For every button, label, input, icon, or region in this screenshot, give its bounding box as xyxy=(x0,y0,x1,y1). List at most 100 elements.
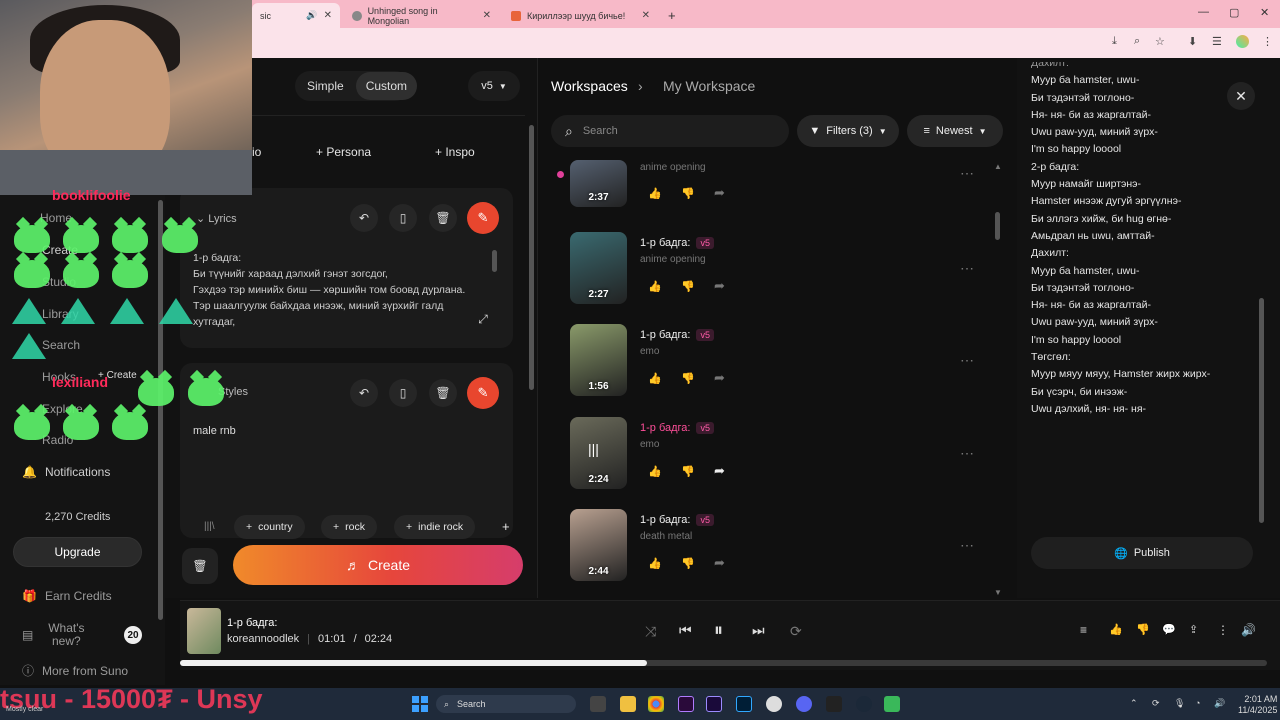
search-field[interactable]: ⌕ Search xyxy=(551,115,789,147)
now-playing-thumbnail[interactable] xyxy=(187,608,221,654)
sidebar-scrollbar[interactable] xyxy=(158,200,163,620)
shuffle-icon[interactable]: ⤨ xyxy=(645,623,656,640)
chrome-icon[interactable] xyxy=(648,696,664,712)
mode-custom[interactable]: Custom xyxy=(355,72,418,100)
song-row[interactable]: 2:27 1-р бадга: v5 anime opening 👍 👎 ➦ ⋯ xyxy=(570,232,990,307)
song-thumbnail[interactable]: 2:27 xyxy=(570,232,627,304)
photoshop-icon[interactable] xyxy=(736,696,752,712)
sort-button[interactable]: ≡ Newest ▼ xyxy=(907,115,1003,147)
dislike-icon[interactable]: 👎 xyxy=(681,372,695,385)
create-scrollbar[interactable] xyxy=(529,125,534,390)
plus-icon[interactable]: + xyxy=(502,519,510,534)
workspace-scrollbar[interactable] xyxy=(995,212,1000,240)
tray-sync-icon[interactable]: ⟳ xyxy=(1152,698,1160,709)
breadcrumb-current[interactable]: My Workspace xyxy=(663,78,755,94)
dislike-icon[interactable]: 👎 xyxy=(681,465,695,478)
windows-start-icon[interactable] xyxy=(412,696,428,712)
song-style-tag[interactable]: anime opening xyxy=(640,162,706,173)
save-button[interactable]: ▯ xyxy=(389,204,417,232)
maximize-button[interactable]: ▢ xyxy=(1229,6,1239,19)
profile-avatar[interactable] xyxy=(1236,35,1249,48)
song-row[interactable]: 1:56 1-р бадга: v5 emo 👍 👎 ➦ ⋯ xyxy=(570,324,990,399)
create-button[interactable]: ♬ Create xyxy=(233,545,523,585)
song-thumbnail[interactable]: 1:56 xyxy=(570,324,627,396)
expand-button[interactable]: ⤢ xyxy=(469,305,497,333)
more-options-icon[interactable]: ⋯ xyxy=(960,352,974,369)
filters-button[interactable]: ▼ Filters (3) ▼ xyxy=(797,115,899,147)
now-playing-title[interactable]: 1-р бадга: xyxy=(227,617,277,629)
pause-icon[interactable]: ⏸ xyxy=(714,620,723,641)
share-icon[interactable]: ➦ xyxy=(714,463,725,479)
lyrics-label[interactable]: ⌄ Lyrics xyxy=(196,212,237,225)
more-options-icon[interactable]: ⋯ xyxy=(960,165,974,182)
microphone-icon[interactable]: 🎙 xyxy=(1174,698,1185,709)
genre-chip-indie-rock[interactable]: + indie rock xyxy=(394,515,476,539)
breadcrumb-root[interactable]: Workspaces xyxy=(551,78,628,94)
song-title[interactable]: 1-р бадга: xyxy=(640,514,690,526)
song-title[interactable]: 1-р бадга: xyxy=(640,329,690,341)
dislike-icon[interactable]: 👎 xyxy=(681,557,695,570)
steam-icon[interactable] xyxy=(856,696,872,712)
version-select[interactable]: v5 ▼ xyxy=(468,71,520,101)
song-thumbnail[interactable]: 2:37 xyxy=(570,160,627,207)
publish-button[interactable]: 🌐 Publish xyxy=(1031,537,1253,569)
tab-cyrillic[interactable]: Кириллээр шууд бичье! ✕ xyxy=(503,3,658,28)
taskbar-search[interactable]: ⌕ Search xyxy=(436,695,576,713)
volume-tray-icon[interactable]: 🔊 xyxy=(1214,698,1225,709)
song-style-tag[interactable]: emo xyxy=(640,346,659,357)
minimize-button[interactable]: — xyxy=(1198,6,1209,18)
after-effects-icon[interactable] xyxy=(706,696,722,712)
song-thumbnail[interactable]: 2:44 xyxy=(570,509,627,581)
close-icon[interactable]: ✕ xyxy=(324,10,332,21)
wifi-icon[interactable]: ◔ xyxy=(1195,698,1200,708)
tray-chevron-icon[interactable]: ⌃ xyxy=(1130,698,1138,709)
dislike-icon[interactable]: 👎 xyxy=(681,280,695,293)
star-icon[interactable]: ☆ xyxy=(1155,35,1165,48)
song-style-tag[interactable]: anime opening xyxy=(640,254,706,265)
song-thumbnail[interactable]: ||| 2:24 xyxy=(570,417,627,489)
discord-icon[interactable] xyxy=(796,696,812,712)
tab-unhinged-song[interactable]: Unhinged song in Mongolian ✕ xyxy=(344,3,499,28)
artist-name[interactable]: koreannoodlek xyxy=(227,633,299,645)
share-icon[interactable]: ➦ xyxy=(714,185,725,201)
like-icon[interactable]: 👍 xyxy=(648,280,662,293)
song-style-tag[interactable]: death metal xyxy=(640,531,692,542)
lyrics-scrollbar[interactable] xyxy=(1259,298,1264,523)
tab-suno[interactable]: sic 🔊 ✕ xyxy=(252,3,340,28)
scroll-up-icon[interactable]: ▲ xyxy=(994,162,1002,171)
app-icon[interactable] xyxy=(826,696,842,712)
close-window-button[interactable]: ✕ xyxy=(1260,6,1269,19)
share-icon[interactable]: ➦ xyxy=(714,278,725,294)
genre-chip-rock[interactable]: + rock xyxy=(321,515,377,539)
sidebar-item-whats-new[interactable]: ▤ What's new? 20 xyxy=(22,622,142,648)
like-icon[interactable]: 👍 xyxy=(1109,623,1123,636)
like-icon[interactable]: 👍 xyxy=(648,557,662,570)
comment-icon[interactable]: 💬 xyxy=(1162,623,1176,636)
download-icon[interactable]: ⤓ xyxy=(1112,35,1117,48)
genre-chip-country[interactable]: + country xyxy=(234,515,305,539)
repeat-icon[interactable]: ⟳ xyxy=(790,623,802,640)
more-options-icon[interactable]: ⋯ xyxy=(960,537,974,554)
delete-button[interactable]: 🗑 xyxy=(429,379,457,407)
undo-button[interactable]: ↶ xyxy=(350,204,378,232)
magic-wand-button[interactable]: ✎ xyxy=(467,202,499,234)
song-title[interactable]: 1-р бадга: xyxy=(640,237,690,249)
playlist-icon[interactable]: ☰ xyxy=(1212,35,1222,48)
lyrics-scrollbar[interactable] xyxy=(492,250,497,272)
tab-persona[interactable]: + Persona xyxy=(316,145,371,159)
sidebar-item-earn-credits[interactable]: 🎁 Earn Credits xyxy=(22,589,112,603)
previous-icon[interactable]: ⏮ xyxy=(679,622,692,639)
undo-button[interactable]: ↶ xyxy=(350,379,378,407)
more-options-icon[interactable]: ⋯ xyxy=(960,445,974,462)
tab-inspo[interactable]: + Inspo xyxy=(435,145,475,159)
magic-wand-button[interactable]: ✎ xyxy=(467,377,499,409)
song-title[interactable]: 1-р бадга: xyxy=(640,422,690,434)
sidebar-item-search[interactable]: Search xyxy=(42,338,80,352)
share-icon[interactable]: ⇪ xyxy=(1189,623,1198,636)
library-icon[interactable]: |||\ xyxy=(204,521,215,532)
premiere-icon[interactable] xyxy=(678,696,694,712)
file-explorer-icon[interactable] xyxy=(620,696,636,712)
sidebar-item-more-from-suno[interactable]: ⓘ More from Suno xyxy=(22,662,128,679)
close-icon[interactable]: ✕ xyxy=(642,10,650,21)
next-icon[interactable]: ⏭ xyxy=(752,622,765,639)
